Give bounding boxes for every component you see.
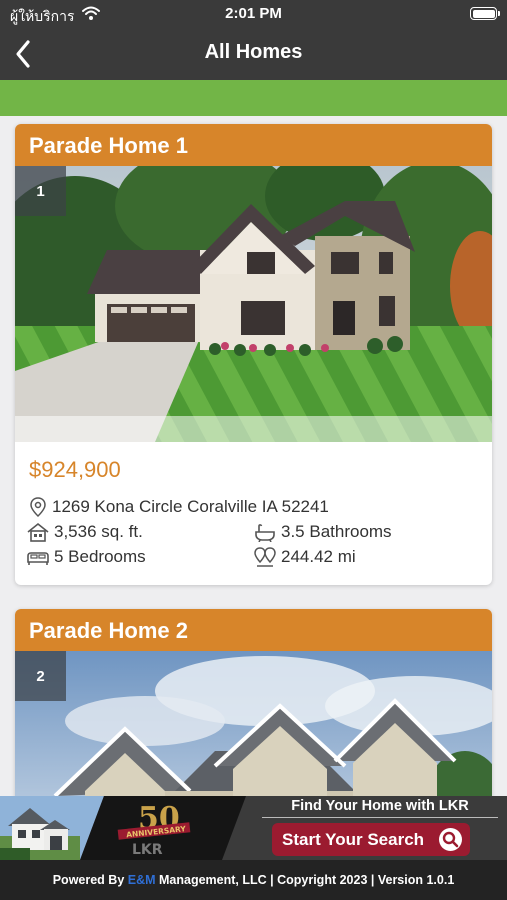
house-rendering-image — [15, 166, 492, 442]
bathrooms-row: 3.5 Bathrooms — [254, 522, 392, 542]
sqft-row: 3,536 sq. ft. — [27, 522, 143, 542]
bathtub-icon — [255, 524, 275, 542]
status-bar: ผู้ให้บริการ 2:01 PM — [0, 0, 507, 28]
start-search-label: Start Your Search — [282, 829, 425, 849]
logo-letters: LKR — [132, 842, 163, 858]
location-pin-icon — [30, 497, 46, 517]
footer-suffix: Management, LLC | Copyright 2023 | Versi… — [155, 873, 455, 887]
banner-find-text: Find Your Home with LKR — [291, 798, 469, 814]
home-card[interactable]: Parade Home 1 1 $924,900 1269 Kona Circl… — [15, 124, 492, 585]
home-card-title: Parade Home 2 — [15, 609, 492, 651]
house-icon — [27, 522, 49, 542]
start-search-button[interactable]: Start Your Search — [272, 823, 470, 856]
footer-prefix: Powered By — [52, 873, 128, 887]
banner-divider — [262, 817, 498, 818]
search-icon — [439, 828, 462, 851]
lkr-anniversary-logo: 50 ANNIVERSARY LKR — [80, 796, 246, 860]
home-photo[interactable]: 1 — [15, 166, 492, 442]
home-bedrooms: 5 Bedrooms — [54, 547, 146, 566]
map-pins-icon — [254, 547, 276, 567]
home-index-badge: 2 — [15, 651, 66, 701]
battery-icon — [470, 7, 500, 20]
accent-bar — [0, 80, 507, 116]
bedrooms-row: 5 Bedrooms — [27, 547, 146, 567]
home-index-badge: 1 — [15, 166, 66, 216]
home-address: 1269 Kona Circle Coralville IA 52241 — [52, 497, 329, 516]
banner-house-photo — [0, 796, 80, 860]
navigation-bar: All Homes — [0, 28, 507, 80]
footer: Powered By E&M Management, LLC | Copyrig… — [0, 860, 507, 900]
distance-row: 244.42 mi — [254, 547, 356, 567]
lkr-ad-banner[interactable]: 50 ANNIVERSARY LKR Find Your Home with L… — [0, 796, 507, 860]
footer-company-link[interactable]: E&M — [128, 873, 156, 887]
home-distance: 244.42 mi — [281, 547, 356, 566]
home-card-title: Parade Home 1 — [15, 124, 492, 166]
bed-icon — [27, 552, 49, 565]
home-sqft: 3,536 sq. ft. — [54, 522, 143, 541]
home-bathrooms: 3.5 Bathrooms — [281, 522, 392, 541]
status-time: 2:01 PM — [225, 5, 282, 22]
home-price: $924,900 — [29, 457, 121, 482]
address-row: 1269 Kona Circle Coralville IA 52241 — [29, 497, 329, 517]
page-title: All Homes — [204, 41, 303, 63]
